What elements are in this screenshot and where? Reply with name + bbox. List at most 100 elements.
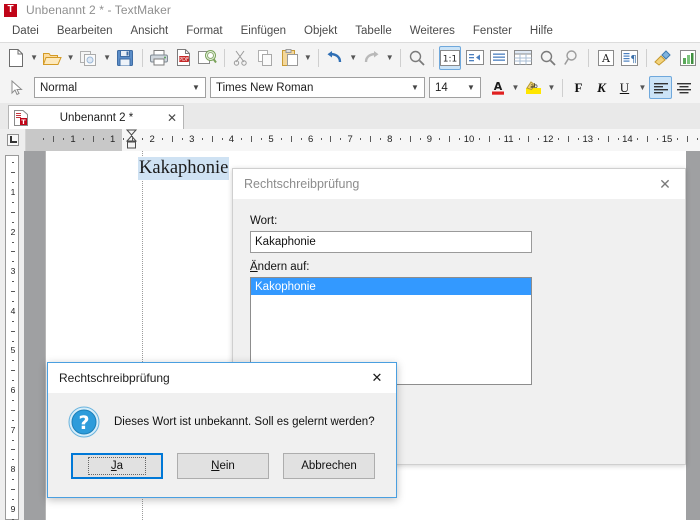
view-normal-icon[interactable] — [488, 46, 510, 70]
save-icon[interactable] — [114, 46, 136, 70]
zoom-100-icon[interactable]: 1:1 — [439, 46, 461, 70]
highlight-color-button[interactable]: ab — [522, 76, 545, 99]
format-brush-icon[interactable] — [652, 46, 674, 70]
ruler-subtick — [132, 136, 133, 142]
messagebox-buttons: Ja Nein Abbrechen — [48, 453, 396, 479]
vruler-tick-label: 9 — [6, 505, 20, 513]
ruler-subtick — [410, 136, 411, 142]
list-item[interactable]: Kakophonie — [251, 278, 531, 295]
ruler-tick-label: 8 — [387, 134, 392, 146]
abbrechen-button[interactable]: Abbrechen — [283, 453, 375, 479]
vruler-subtick — [11, 410, 15, 411]
ruler-subtick — [301, 138, 302, 140]
vruler-subtick — [11, 370, 15, 371]
vruler-subtick — [12, 222, 14, 223]
horizontal-ruler[interactable]: 1123456789101112131415 — [0, 129, 700, 152]
ruler-subtick — [489, 136, 490, 142]
redo-dropdown-icon[interactable]: ▼ — [384, 46, 396, 70]
chevron-down-icon[interactable]: ▼ — [187, 83, 205, 92]
open-recent-dropdown-icon[interactable]: ▼ — [101, 46, 113, 70]
menu-einfuegen[interactable]: Einfügen — [232, 22, 295, 40]
menu-fenster[interactable]: Fenster — [464, 22, 521, 40]
vruler-tick-label: 2 — [6, 228, 20, 236]
font-family-combo[interactable]: Times New Roman ▼ — [210, 77, 425, 98]
ruler-tick-label: 15 — [662, 134, 673, 146]
zoom-out-icon[interactable] — [561, 46, 583, 70]
menu-tabelle[interactable]: Tabelle — [346, 22, 400, 40]
highlight-color-dropdown-icon[interactable]: ▼ — [545, 76, 558, 100]
menu-datei[interactable]: Datei — [3, 22, 48, 40]
font-color-dropdown-icon[interactable]: ▼ — [509, 76, 522, 100]
align-left-button[interactable] — [649, 76, 672, 99]
messagebox-message: Dieses Wort ist unbekannt. Soll es geler… — [114, 416, 375, 428]
copy-icon[interactable] — [254, 46, 276, 70]
document-text[interactable]: Kakaphonie — [138, 157, 229, 180]
view-master-icon[interactable] — [512, 46, 534, 70]
print-icon[interactable] — [147, 46, 169, 70]
menu-bearbeiten[interactable]: Bearbeiten — [48, 22, 122, 40]
export-pdf-icon[interactable]: PDF — [172, 46, 194, 70]
vertical-ruler[interactable]: 123456789 — [0, 151, 25, 520]
ruler-subtick — [400, 138, 401, 140]
ruler-track[interactable]: 1123456789101112131415 — [26, 129, 700, 151]
new-document-icon[interactable] — [5, 46, 27, 70]
paste-dropdown-icon[interactable]: ▼ — [302, 46, 314, 70]
menu-weiteres[interactable]: Weiteres — [401, 22, 464, 40]
search-icon[interactable] — [406, 46, 428, 70]
font-color-button[interactable]: A — [486, 76, 509, 99]
bold-button[interactable]: F — [567, 76, 590, 99]
close-icon[interactable]: ✕ — [645, 169, 685, 199]
underline-button[interactable]: U — [613, 76, 636, 99]
app-icon-letter: T — [7, 5, 13, 15]
ruler-tick-label: 14 — [622, 134, 633, 146]
menu-hilfe[interactable]: Hilfe — [521, 22, 562, 40]
print-preview-icon[interactable] — [196, 46, 218, 70]
chevron-down-icon[interactable]: ▼ — [406, 83, 424, 92]
ruler-subtick — [103, 138, 104, 140]
zoom-in-icon[interactable] — [537, 46, 559, 70]
ja-button[interactable]: Ja — [71, 453, 163, 479]
change-to-label-rest: ndern auf: — [258, 261, 310, 273]
ruler-subtick — [449, 136, 450, 142]
close-icon[interactable]: ✕ — [358, 363, 396, 393]
close-icon[interactable]: ✕ — [161, 111, 183, 125]
ruler-subtick — [598, 138, 599, 140]
vruler-tick-label: 8 — [6, 465, 20, 473]
svg-text:ab: ab — [530, 83, 538, 90]
tab-stop-selector[interactable] — [0, 129, 26, 151]
align-center-button[interactable] — [672, 76, 695, 99]
nein-button[interactable]: Nein — [177, 453, 269, 479]
vruler-subtick — [12, 202, 14, 203]
ruler-subtick — [538, 138, 539, 140]
document-tab-bar: T Unbenannt 2 * ✕ — [0, 103, 700, 130]
open-folder-icon[interactable] — [41, 46, 63, 70]
menu-objekt[interactable]: Objekt — [295, 22, 346, 40]
paste-icon[interactable] — [278, 46, 300, 70]
format-separator — [562, 79, 563, 97]
cut-icon[interactable] — [230, 46, 252, 70]
menu-ansicht[interactable]: Ansicht — [121, 22, 177, 40]
menu-format[interactable]: Format — [177, 22, 231, 40]
view-draft-icon[interactable] — [463, 46, 485, 70]
document-tab[interactable]: T Unbenannt 2 * ✕ — [8, 105, 184, 129]
new-document-dropdown-icon[interactable]: ▼ — [28, 46, 40, 70]
ruler-subtick — [519, 138, 520, 140]
redo-icon[interactable] — [360, 46, 382, 70]
font-size-combo[interactable]: 14 ▼ — [429, 77, 481, 98]
ruler-subtick — [43, 138, 44, 140]
undo-dropdown-icon[interactable]: ▼ — [347, 46, 359, 70]
chart-icon[interactable] — [676, 46, 698, 70]
open-recent-icon[interactable] — [78, 46, 100, 70]
paragraph-style-combo[interactable]: Normal ▼ — [34, 77, 206, 98]
open-folder-dropdown-icon[interactable]: ▼ — [65, 46, 77, 70]
ruler-subtick — [212, 136, 213, 142]
word-input[interactable]: Kakaphonie — [250, 231, 532, 253]
underline-dropdown-icon[interactable]: ▼ — [636, 76, 649, 100]
italic-button[interactable]: K — [590, 76, 613, 99]
paragraph-marks-icon[interactable]: ¶ — [619, 46, 641, 70]
text-frame-icon[interactable]: A — [594, 46, 616, 70]
undo-icon[interactable] — [324, 46, 346, 70]
select-cursor-icon[interactable] — [5, 76, 29, 100]
chevron-down-icon[interactable]: ▼ — [462, 83, 480, 92]
toolbar-separator — [646, 49, 647, 67]
